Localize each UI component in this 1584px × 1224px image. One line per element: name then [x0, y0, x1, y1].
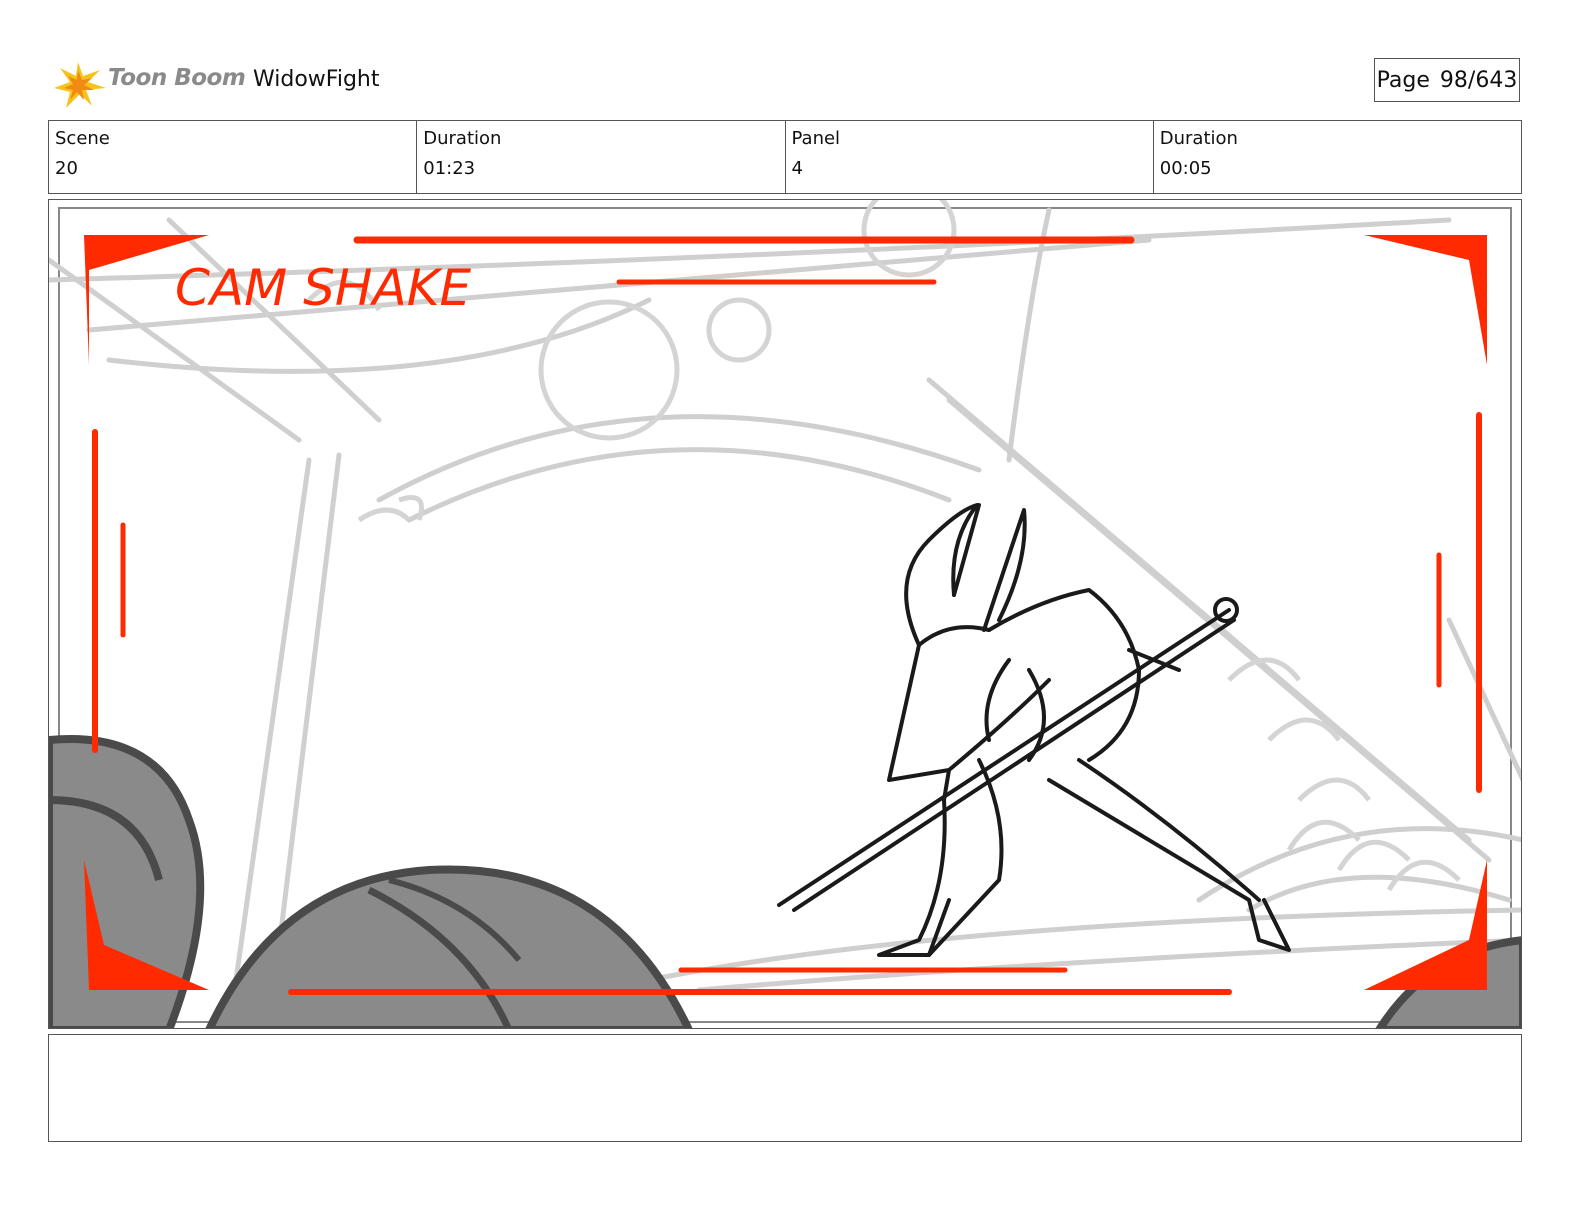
cam-shake-annotation: CAM SHAKE	[175, 259, 471, 317]
brand-name: Toon Boom	[108, 65, 246, 91]
scene-duration-label: Duration	[423, 128, 502, 149]
character-sketch	[777, 503, 1291, 957]
scene-cell: Scene 20	[49, 121, 418, 193]
panel-duration-cell: Duration 00:05	[1154, 121, 1521, 193]
background-sketch	[49, 207, 1521, 1028]
panel-duration-label: Duration	[1159, 128, 1238, 149]
frame-corner-top-right	[1364, 235, 1487, 365]
panel-value: 4	[791, 158, 803, 179]
panel-duration-value: 00:05	[1159, 158, 1212, 179]
camera-frame-markers	[84, 235, 1487, 990]
camera-shake-lines	[92, 236, 1482, 995]
scene-value: 20	[55, 158, 78, 179]
scene-duration-cell: Duration 01:23	[417, 121, 786, 193]
panel-drawing: CAM SHAKE	[49, 200, 1521, 1028]
scene-label: Scene	[55, 128, 110, 149]
scene-duration-value: 01:23	[423, 158, 476, 179]
storyboard-panel: CAM SHAKE	[48, 199, 1522, 1029]
page-indicator: Page 98/643	[1374, 58, 1520, 102]
toon-boom-logo: Toon Boom	[52, 56, 252, 108]
page-number: 98/643	[1439, 67, 1518, 93]
panel-notes-box	[48, 1034, 1522, 1142]
panel-cell: Panel 4	[786, 121, 1154, 193]
foreground-shapes	[49, 735, 1521, 1028]
project-title: WidowFight	[253, 67, 380, 92]
panel-info-table: Scene 20 Duration 01:23 Panel 4 Duration…	[48, 120, 1522, 194]
page-header: Toon Boom WidowFight Page 98/643	[48, 56, 1538, 108]
starburst-icon	[54, 62, 106, 108]
page-label: Page	[1376, 67, 1430, 93]
panel-label: Panel	[791, 128, 841, 149]
background-circles	[307, 200, 1461, 892]
